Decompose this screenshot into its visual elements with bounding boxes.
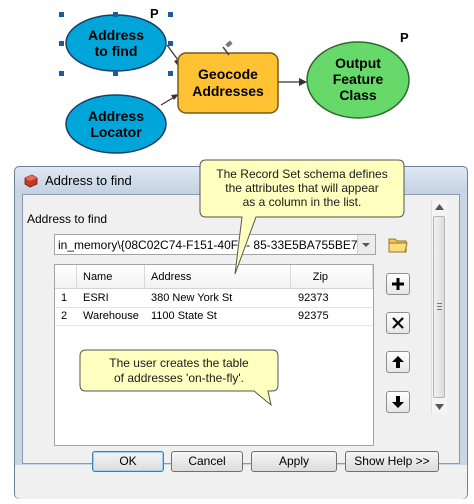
- callout-line: The Record Set schema defines: [216, 167, 387, 181]
- callout-line: as a column in the list.: [243, 195, 362, 209]
- callout-line: the attributes that will appear: [225, 181, 378, 195]
- callout-line: The user creates the table: [109, 356, 249, 370]
- callout-schema: The Record Set schema defines the attrib…: [199, 159, 405, 275]
- callout-layer: The Record Set schema defines the attrib…: [79, 159, 405, 407]
- callout-line: of addresses 'on-the-fly'.: [114, 371, 244, 385]
- callout-user: The user creates the table of addresses …: [79, 349, 279, 407]
